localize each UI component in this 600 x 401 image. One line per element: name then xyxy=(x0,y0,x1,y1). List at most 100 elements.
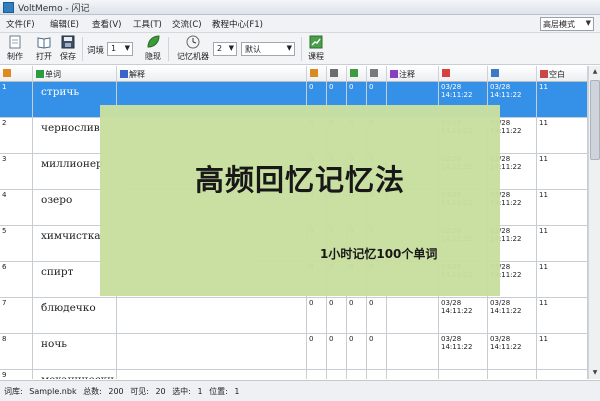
header-col-b[interactable] xyxy=(327,66,347,82)
header-index[interactable] xyxy=(0,66,33,82)
cell-d1[interactable]: 03/2814:11:22 xyxy=(439,298,488,334)
cell-num[interactable]: 6 xyxy=(0,262,33,298)
cell-c4[interactable] xyxy=(367,370,387,379)
menu-tools[interactable]: 工具(T) xyxy=(133,18,162,30)
cell-c4[interactable]: 0 xyxy=(367,334,387,370)
window-title: VoltMemo - 闪记 xyxy=(18,4,90,14)
cell-sp[interactable]: 11 xyxy=(537,298,588,334)
note-icon xyxy=(390,70,398,78)
course-button-label: 课程 xyxy=(308,52,324,61)
shield-icon xyxy=(370,69,378,77)
voice-select-value: 默认 xyxy=(245,45,261,54)
menu-edit[interactable]: 编辑(E) xyxy=(50,18,79,30)
cell-c3[interactable]: 0 xyxy=(347,298,367,334)
cell-c4[interactable]: 0 xyxy=(367,298,387,334)
cell-c1[interactable]: 0 xyxy=(307,334,327,370)
mode-select[interactable]: 高层模式 ▼ xyxy=(540,17,594,31)
cell-sp[interactable]: 11 xyxy=(537,226,588,262)
scroll-up-icon[interactable]: ▲ xyxy=(590,66,600,78)
cell-word[interactable]: механически xyxy=(33,370,117,379)
cell-c2[interactable]: 0 xyxy=(327,298,347,334)
menu-view[interactable]: 查看(V) xyxy=(92,18,121,30)
cell-sp[interactable]: 11 xyxy=(537,262,588,298)
memory-select[interactable]: 2 ▼ xyxy=(213,42,237,56)
cell-num[interactable]: 4 xyxy=(0,190,33,226)
cell-num[interactable]: 2 xyxy=(0,118,33,154)
calendar-red-icon xyxy=(442,69,450,77)
voice-select[interactable]: 默认 ▼ xyxy=(241,42,295,56)
cell-d1[interactable] xyxy=(439,370,488,379)
cell-date: 03/28 xyxy=(490,299,511,307)
cell-sp[interactable] xyxy=(537,370,588,379)
cell-num[interactable]: 7 xyxy=(0,298,33,334)
explain-icon xyxy=(120,70,128,78)
table-row[interactable]: 8 ночь 0 0 0 0 03/28 14:11:22 03/28 14:11:22 11 xyxy=(0,334,588,370)
table-row[interactable]: 9механически xyxy=(0,370,588,379)
cell-d1[interactable]: 03/2814:11:22 xyxy=(439,334,488,370)
memory-machine-button[interactable]: 记忆机器 xyxy=(176,35,210,62)
cell-word[interactable]: блюдечко xyxy=(33,298,117,334)
cell-word[interactable]: ночь xyxy=(33,334,117,370)
open-button[interactable]: 打开 xyxy=(33,35,55,62)
save-button[interactable]: 保存 xyxy=(57,35,79,62)
cell-sp[interactable]: 11 xyxy=(537,154,588,190)
new-button[interactable]: 制作 xyxy=(4,35,26,62)
cell-num[interactable]: 9 xyxy=(0,370,33,379)
toolbar-separator xyxy=(301,37,302,61)
header-word[interactable]: 单词 xyxy=(33,66,117,82)
cell-num[interactable]: 5 xyxy=(0,226,33,262)
chart-up-icon xyxy=(309,35,323,49)
cell-empty[interactable] xyxy=(117,334,307,370)
menu-file[interactable]: 文件(F) xyxy=(6,18,35,30)
cell-empty[interactable] xyxy=(387,334,439,370)
cell-time: 14:11:22 xyxy=(441,343,473,351)
cell-c1[interactable] xyxy=(307,370,327,379)
cell-c2[interactable]: 0 xyxy=(327,334,347,370)
cell-empty[interactable] xyxy=(387,370,439,379)
calendar-blue-icon xyxy=(491,69,499,77)
cell-c3[interactable] xyxy=(347,370,367,379)
header-explain[interactable]: 解释 xyxy=(117,66,307,82)
header-space[interactable]: 空白 xyxy=(537,66,588,82)
cell-sp[interactable]: 11 xyxy=(537,118,588,154)
header-date-2[interactable] xyxy=(488,66,537,82)
cell-d2[interactable] xyxy=(488,370,537,379)
cell-d2[interactable]: 03/28 14:11:22 xyxy=(488,298,537,334)
wordlist-select-value: 1 xyxy=(111,44,117,53)
menu-exchange[interactable]: 交流(C) xyxy=(172,18,202,30)
header-note[interactable]: 注释 xyxy=(387,66,439,82)
header-explain-label: 解释 xyxy=(129,70,145,79)
menu-tutorial[interactable]: 教程中心(F1) xyxy=(212,18,263,30)
cell-num[interactable]: 3 xyxy=(0,154,33,190)
header-date-1[interactable] xyxy=(439,66,488,82)
cell-num[interactable]: 8 xyxy=(0,334,33,370)
wordlist-select[interactable]: 1 ▼ xyxy=(107,42,133,56)
scroll-down-icon[interactable]: ▼ xyxy=(590,367,600,379)
cell-sp[interactable]: 11 xyxy=(537,190,588,226)
course-button[interactable]: 课程 xyxy=(305,35,327,62)
header-col-d[interactable] xyxy=(367,66,387,82)
hide-button-label: 隐现 xyxy=(145,52,161,61)
header-col-a[interactable] xyxy=(307,66,327,82)
header-word-label: 单词 xyxy=(45,70,61,79)
cell-empty[interactable] xyxy=(117,370,307,379)
cell-d2[interactable]: 03/28 14:11:22 xyxy=(488,334,537,370)
new-document-icon xyxy=(9,35,21,49)
vertical-scrollbar[interactable]: ▲ ▼ xyxy=(588,66,600,379)
header-col-c[interactable] xyxy=(347,66,367,82)
cell-empty[interactable] xyxy=(117,298,307,334)
cell-num[interactable]: 1 xyxy=(0,82,33,118)
cell-sp[interactable]: 11 xyxy=(537,334,588,370)
check-icon xyxy=(350,69,358,77)
scroll-thumb[interactable] xyxy=(590,80,600,160)
table-row[interactable]: 7 блюдечко 0 0 0 0 03/28 14:11:22 03/28 14:11:22 1… xyxy=(0,298,588,334)
cell-c1[interactable]: 0 xyxy=(307,298,327,334)
hide-button[interactable]: 隐现 xyxy=(142,35,164,62)
save-button-label: 保存 xyxy=(60,52,76,61)
floppy-disk-icon xyxy=(61,35,75,49)
cell-c2[interactable] xyxy=(327,370,347,379)
cell-c3[interactable]: 0 xyxy=(347,334,367,370)
cell-sp[interactable]: 11 xyxy=(537,82,588,118)
chevron-down-icon: ▼ xyxy=(286,44,292,52)
cell-empty[interactable] xyxy=(387,298,439,334)
